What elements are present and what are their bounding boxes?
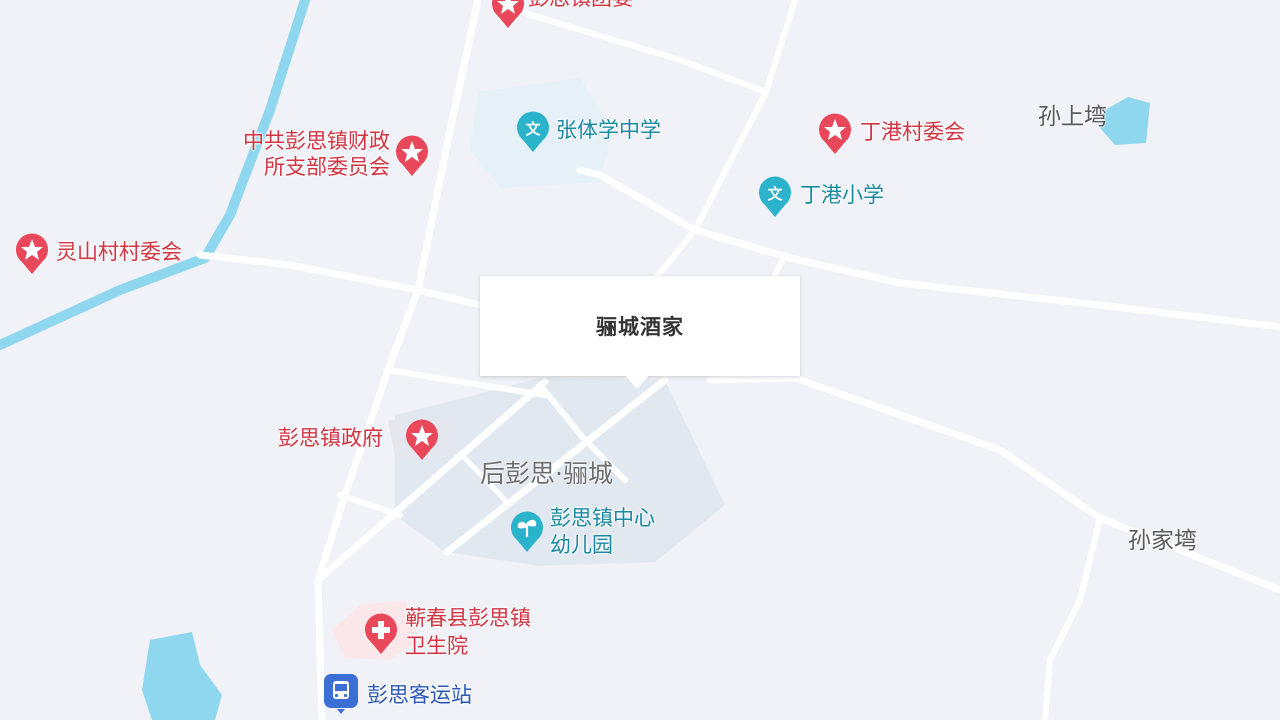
star-pin-icon[interactable]: [14, 232, 50, 276]
poi-label-cpc-finance-line1[interactable]: 中共彭思镇财政: [222, 129, 390, 154]
star-pin-icon[interactable]: [404, 418, 440, 462]
poi-label-kindergarten-line2[interactable]: 幼儿园: [550, 533, 613, 558]
school-pin-icon[interactable]: 文: [757, 175, 793, 219]
poi-label-gov[interactable]: 彭思镇政府: [278, 426, 383, 451]
popup-pointer: [625, 375, 649, 389]
svg-text:文: 文: [525, 120, 541, 138]
popup-title: 骊城酒家: [596, 314, 684, 339]
star-pin-icon[interactable]: [490, 0, 526, 30]
lake-south-west: [142, 632, 222, 720]
poi-label-hospital-line1[interactable]: 蕲春县彭思镇: [405, 606, 531, 631]
poi-label-dinggang-committee[interactable]: 丁港村委会: [860, 120, 965, 145]
poi-label-kindergarten-line1[interactable]: 彭思镇中心: [550, 506, 655, 531]
poi-label-cpc-finance-line2[interactable]: 所支部委员会: [222, 155, 390, 180]
poi-label-hospital-line2[interactable]: 卫生院: [405, 634, 468, 659]
poi-label-lingshan[interactable]: 灵山村村委会: [56, 240, 182, 265]
cross-pin-icon[interactable]: [363, 612, 399, 656]
poi-label-top[interactable]: 彭思镇团委: [528, 0, 633, 11]
poi-label-dinggang-school[interactable]: 丁港小学: [800, 183, 884, 208]
poi-label-bus-station[interactable]: 彭思客运站: [367, 683, 472, 708]
lake-sun-shang-wan: [1100, 97, 1150, 145]
bus-icon[interactable]: [323, 673, 359, 715]
star-pin-icon[interactable]: [817, 112, 853, 156]
map-canvas[interactable]: 彭思镇团委 中共彭思镇财政 所支部委员会 灵山村村委会 文 张体学中学 丁港村委…: [0, 0, 1280, 720]
sprout-pin-icon[interactable]: [509, 510, 545, 554]
poi-label-zhangtixue[interactable]: 张体学中学: [556, 118, 661, 143]
place-label-sun-jia-wan: 孙家塆: [1128, 528, 1197, 554]
place-label-sun-shang-wan: 孙上塆: [1038, 104, 1107, 130]
star-pin-icon[interactable]: [394, 134, 430, 178]
school-pin-icon[interactable]: 文: [515, 110, 551, 154]
info-popup[interactable]: 骊城酒家: [480, 276, 800, 376]
svg-text:文: 文: [767, 185, 783, 203]
area-label-town: 后彭思·骊城: [480, 459, 613, 488]
